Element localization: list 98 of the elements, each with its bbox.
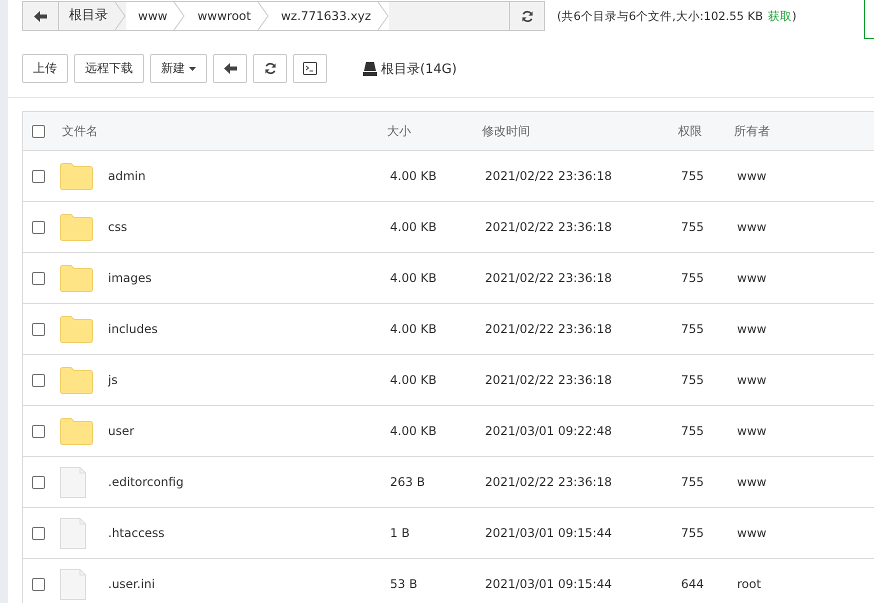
table-cell-text: www bbox=[737, 373, 768, 387]
back-button[interactable] bbox=[213, 54, 247, 83]
table-cell-text: 2021/02/22 23:36:18 bbox=[485, 169, 613, 183]
table-row[interactable]: js 4.00 KB 2021/02/22 23:36:18 755 www bbox=[23, 355, 874, 406]
table-cell-text: 4.00 KB bbox=[390, 271, 438, 285]
table-cell-text: 2021/02/22 23:36:18 bbox=[485, 475, 613, 489]
table-cell-text: 2021/03/01 09:15:44 bbox=[485, 577, 613, 591]
row-checkbox[interactable] bbox=[32, 476, 45, 488]
breadcrumb-item[interactable]: 根目录 bbox=[59, 2, 114, 30]
table-row[interactable]: admin 4.00 KB 2021/02/22 23:36:18 755 www bbox=[23, 151, 874, 202]
file-name[interactable]: css bbox=[108, 220, 390, 234]
folder-icon bbox=[60, 366, 93, 394]
file-name[interactable]: includes bbox=[108, 322, 390, 336]
file-name[interactable]: admin bbox=[108, 169, 390, 183]
file-name[interactable]: .htaccess bbox=[108, 526, 390, 540]
table-cell-text: 1 B bbox=[390, 526, 411, 540]
table-cell-text: 4.00 KB bbox=[390, 220, 438, 234]
file-icon bbox=[60, 466, 86, 498]
table-cell-text: 755 bbox=[681, 169, 705, 183]
table-cell-text: www bbox=[737, 220, 768, 234]
table-cell-text: 2021/02/22 23:36:18 bbox=[485, 271, 613, 285]
file-icon bbox=[60, 518, 86, 548]
hard-drive-icon bbox=[363, 62, 377, 76]
table-row[interactable]: images 4.00 KB 2021/02/22 23:36:18 755 www bbox=[23, 253, 874, 304]
refresh-icon bbox=[264, 62, 276, 75]
caret-icon bbox=[189, 66, 196, 70]
table-cell-text: 755 bbox=[681, 424, 705, 438]
folder-icon bbox=[60, 418, 93, 444]
table-cell-text: 4.00 KB bbox=[390, 373, 438, 387]
file-name[interactable]: .editorconfig bbox=[108, 475, 390, 489]
column-header[interactable]: 大小 bbox=[387, 122, 482, 140]
table-cell-text: 2021/03/01 09:15:44 bbox=[485, 526, 613, 540]
summary-text: ) bbox=[792, 8, 796, 24]
new-dropdown-button[interactable]: 新建 bbox=[150, 54, 207, 83]
back-button[interactable] bbox=[23, 2, 58, 30]
table-cell-text: 2021/02/22 23:36:18 bbox=[485, 220, 613, 234]
file-name[interactable]: user bbox=[108, 424, 390, 438]
toolbar-button[interactable]: 上传 bbox=[22, 54, 68, 83]
table-row[interactable]: .htaccess 1 B 2021/03/01 09:15:44 755 www bbox=[23, 508, 874, 559]
column-header[interactable]: 文件名 bbox=[60, 122, 387, 140]
row-checkbox[interactable] bbox=[32, 526, 45, 540]
back-arrow-icon bbox=[34, 10, 47, 22]
row-checkbox[interactable] bbox=[32, 424, 45, 438]
table-cell-text: 755 bbox=[681, 220, 705, 234]
table-row[interactable]: includes 4.00 KB 2021/02/22 23:36:18 755 www bbox=[23, 304, 874, 355]
terminal-button[interactable] bbox=[293, 54, 327, 83]
table-cell-text: www bbox=[737, 424, 768, 438]
table-cell-text: 2021/03/01 09:22:48 bbox=[485, 424, 613, 438]
table-row[interactable]: css 4.00 KB 2021/02/22 23:36:18 755 www bbox=[23, 202, 874, 253]
column-header[interactable]: 权限 bbox=[678, 122, 734, 140]
file-name[interactable]: images bbox=[108, 271, 390, 285]
column-header[interactable]: 所有者 bbox=[734, 122, 814, 140]
table-row[interactable]: .user.ini 53 B 2021/03/01 09:15:44 644 root bbox=[23, 559, 874, 603]
folder-icon bbox=[60, 214, 93, 240]
table-row[interactable]: user 4.00 KB 2021/03/01 09:22:48 755 www bbox=[23, 406, 874, 457]
row-checkbox[interactable] bbox=[32, 374, 45, 386]
row-checkbox[interactable] bbox=[32, 322, 45, 336]
table-cell-text: www bbox=[737, 169, 768, 183]
folder-icon bbox=[60, 316, 93, 342]
row-checkbox[interactable] bbox=[32, 578, 45, 590]
table-cell-text: 755 bbox=[681, 526, 705, 540]
summary-text: (共6个目录与6个文件,大小:102.55 KB bbox=[557, 8, 763, 24]
file-name[interactable]: .user.ini bbox=[108, 577, 390, 591]
table-cell-text: 644 bbox=[681, 577, 705, 591]
table-cell-text: 53 B bbox=[390, 577, 418, 591]
table-cell-text: 4.00 KB bbox=[390, 169, 438, 183]
table-cell-text: 4.00 KB bbox=[390, 424, 438, 438]
table-cell-text: www bbox=[737, 526, 768, 540]
table-cell-text: 4.00 KB bbox=[390, 322, 438, 336]
bordered-panel bbox=[864, 0, 874, 39]
select-all-checkbox[interactable] bbox=[32, 124, 45, 138]
refresh-button[interactable] bbox=[253, 54, 287, 83]
disk-label[interactable]: 根目录(14G) bbox=[381, 60, 457, 78]
table-row[interactable]: .editorconfig 263 B 2021/02/22 23:36:18 755 www bbox=[23, 457, 874, 508]
terminal-icon bbox=[303, 62, 317, 75]
table-cell-text: 2021/02/22 23:36:18 bbox=[485, 373, 613, 387]
row-checkbox[interactable] bbox=[32, 170, 45, 182]
table-cell-text: 755 bbox=[681, 373, 705, 387]
refresh-button[interactable] bbox=[509, 2, 544, 30]
table-cell-text: 755 bbox=[681, 271, 705, 285]
row-checkbox[interactable] bbox=[32, 220, 45, 234]
back-arrow-icon bbox=[224, 63, 236, 74]
table-cell-text: 755 bbox=[681, 475, 705, 489]
table-cell-text: root bbox=[737, 577, 762, 591]
toolbar-button[interactable]: 远程下载 bbox=[74, 54, 144, 83]
file-icon bbox=[60, 568, 86, 600]
table-cell-text: 755 bbox=[681, 322, 705, 336]
folder-icon bbox=[60, 264, 93, 292]
table-cell-text: www bbox=[737, 475, 768, 489]
refresh-icon bbox=[520, 10, 534, 22]
table-cell-text: www bbox=[737, 271, 768, 285]
table-cell-text: www bbox=[737, 322, 768, 336]
table-cell-text: 2021/02/22 23:36:18 bbox=[485, 322, 613, 336]
column-header[interactable]: 修改时间 bbox=[482, 122, 678, 140]
file-name[interactable]: js bbox=[108, 373, 390, 387]
folder-icon bbox=[60, 162, 93, 190]
row-checkbox[interactable] bbox=[32, 272, 45, 284]
table-cell-text: 263 B bbox=[390, 475, 426, 489]
